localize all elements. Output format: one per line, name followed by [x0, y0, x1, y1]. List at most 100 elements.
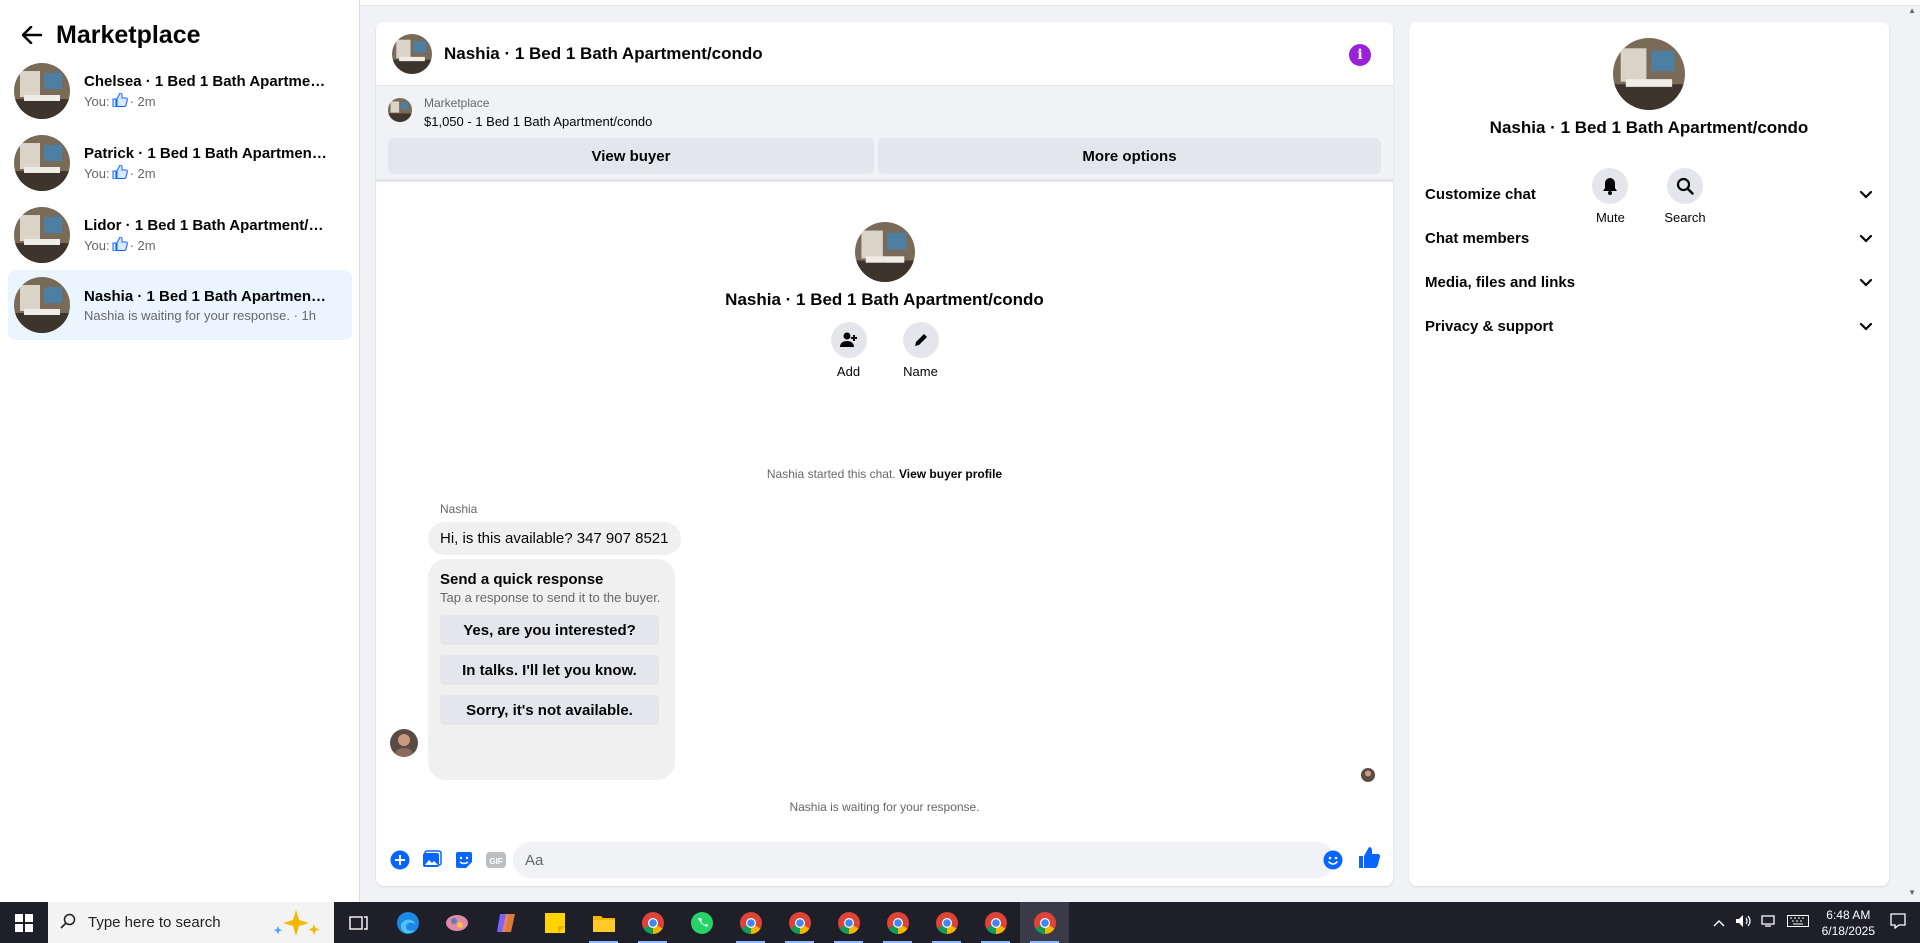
taskbar-search-placeholder: Type here to search: [88, 914, 221, 931]
quick-response-option[interactable]: Sorry, it's not available.: [440, 695, 659, 725]
marketplace-banner: Marketplace $1,050 - 1 Bed 1 Bath Apartm…: [376, 86, 1393, 182]
details-panel: Nashia · 1 Bed 1 Bath Apartment/condo Mu…: [1409, 22, 1889, 886]
message-composer: GIF: [376, 834, 1393, 886]
view-buyer-profile-link[interactable]: View buyer profile: [899, 467, 1002, 481]
conversation-item-patrick[interactable]: Patrick · 1 Bed 1 Bath Apartment/c... Yo…: [8, 128, 352, 198]
chrome-profile-icon[interactable]: [726, 902, 775, 943]
keyboard-icon[interactable]: [1786, 915, 1809, 930]
chevron-down-icon: [1859, 274, 1873, 291]
customize-chat-section[interactable]: Customize chat: [1425, 176, 1873, 212]
quick-response-card: Send a quick response Tap a response to …: [428, 559, 675, 780]
search-icon: [60, 913, 76, 933]
back-arrow-icon[interactable]: [16, 20, 48, 50]
chrome-profile-icon[interactable]: [775, 902, 824, 943]
chrome-icon[interactable]: [628, 902, 677, 943]
sidebar-header: Marketplace: [16, 20, 201, 50]
conversation-subtitle: You: · 2m: [84, 163, 156, 182]
taskbar-search-box[interactable]: Type here to search: [48, 902, 334, 943]
chat-avatar[interactable]: [392, 33, 432, 74]
name-button[interactable]: Name: [902, 322, 939, 379]
chrome-profile-icon-active[interactable]: [1020, 902, 1069, 943]
conversation-item-chelsea[interactable]: Chelsea · 1 Bed 1 Bath Apartment/... You…: [8, 56, 352, 126]
sidebar: Marketplace Chelsea · 1 Bed 1 Bath Apart…: [0, 0, 360, 902]
clock-time: 6:48 AM: [1826, 907, 1871, 922]
taskbar-clock[interactable]: 6:48 AM 6/18/2025: [1822, 907, 1875, 939]
profile-avatar: [854, 222, 915, 282]
listing-thumbnail: [388, 98, 412, 122]
conversation-title: Nashia · 1 Bed 1 Bath Apartment/c...: [84, 287, 329, 305]
file-explorer-icon[interactable]: [579, 902, 628, 943]
notifications-icon[interactable]: [1890, 913, 1906, 932]
message-bubble[interactable]: Hi, is this available? 347 907 8521: [428, 522, 681, 555]
quick-response-option[interactable]: Yes, are you interested?: [440, 615, 659, 645]
edge-browser-icon[interactable]: [383, 902, 432, 943]
conversation-item-lidor[interactable]: Lidor · 1 Bed 1 Bath Apartment/co... You…: [8, 200, 352, 270]
whatsapp-icon[interactable]: [677, 902, 726, 943]
banner-label: Marketplace: [424, 96, 490, 110]
chrome-profile-icon[interactable]: [922, 902, 971, 943]
chevron-up-icon[interactable]: [1713, 916, 1725, 930]
conversation-subtitle: You: · 2m: [84, 91, 156, 110]
windows-start-icon[interactable]: [0, 902, 48, 943]
listing-thumbnail: [14, 207, 70, 263]
scroll-up-arrow[interactable]: ▲: [1908, 6, 1916, 15]
quick-response-title: Send a quick response: [440, 571, 604, 588]
svg-text:GIF: GIF: [489, 857, 502, 866]
plus-icon[interactable]: [389, 849, 411, 871]
system-tray: 6:48 AM 6/18/2025: [1708, 902, 1920, 943]
emoji-icon[interactable]: [1323, 850, 1343, 870]
chevron-down-icon: [1859, 318, 1873, 335]
chat-profile-intro: Nashia · 1 Bed 1 Bath Apartment/condo Ad…: [376, 222, 1393, 379]
sender-avatar[interactable]: [390, 729, 418, 757]
chat-members-section[interactable]: Chat members: [1425, 220, 1873, 256]
add-people-button[interactable]: Add: [830, 322, 867, 379]
scroll-down-arrow[interactable]: ▼: [1908, 888, 1916, 897]
listing-thumbnail: [14, 135, 70, 191]
add-label: Add: [836, 364, 861, 379]
like-icon[interactable]: [1357, 846, 1383, 872]
chrome-profile-icon[interactable]: [971, 902, 1020, 943]
copilot-app-icon[interactable]: [481, 902, 530, 943]
sticker-icon[interactable]: [453, 849, 475, 871]
name-label: Name: [903, 364, 938, 379]
chrome-profile-icon[interactable]: [824, 902, 873, 943]
details-avatar: [1613, 38, 1685, 110]
chat-header: Nashia · 1 Bed 1 Bath Apartment/condo i: [376, 22, 1393, 86]
conversation-title: Chelsea · 1 Bed 1 Bath Apartment/...: [84, 72, 329, 90]
task-view-icon[interactable]: [334, 902, 383, 943]
sticky-notes-icon[interactable]: [530, 902, 579, 943]
thumbs-up-icon: [112, 235, 128, 254]
message-input[interactable]: [513, 842, 1335, 878]
quick-response-subtitle: Tap a response to send it to the buyer.: [440, 590, 661, 605]
privacy-support-section[interactable]: Privacy & support: [1425, 308, 1873, 344]
clock-date: 6/18/2025: [1821, 923, 1875, 938]
gif-icon[interactable]: GIF: [485, 849, 507, 871]
chat-started-notice: Nashia started this chat. View buyer pro…: [766, 467, 1003, 481]
conversation-subtitle: You: · 2m: [84, 235, 156, 254]
thumbs-up-icon: [112, 91, 128, 110]
info-icon[interactable]: i: [1349, 44, 1371, 66]
listing-price: $1,050 - 1 Bed 1 Bath Apartment/condo: [424, 114, 653, 129]
sidebar-title: Marketplace: [56, 20, 201, 49]
photo-icon[interactable]: [421, 849, 443, 871]
chat-title[interactable]: Nashia · 1 Bed 1 Bath Apartment/condo: [444, 44, 763, 64]
colorful-app-icon[interactable]: [432, 902, 481, 943]
seen-avatar: [1361, 768, 1375, 782]
details-title: Nashia · 1 Bed 1 Bath Apartment/condo: [1489, 118, 1809, 137]
conversation-title: Lidor · 1 Bed 1 Bath Apartment/co...: [84, 216, 329, 234]
chrome-profile-icon[interactable]: [873, 902, 922, 943]
conversation-item-nashia[interactable]: Nashia · 1 Bed 1 Bath Apartment/c... Nas…: [8, 270, 352, 340]
quick-response-option[interactable]: In talks. I'll let you know.: [440, 655, 659, 685]
network-icon[interactable]: [1760, 914, 1777, 931]
volume-icon[interactable]: [1735, 914, 1751, 931]
view-buyer-button[interactable]: View buyer: [388, 138, 874, 174]
chevron-down-icon: [1859, 230, 1873, 247]
copilot-sparkle-icon: [266, 908, 326, 942]
more-options-button[interactable]: More options: [878, 138, 1381, 174]
thumbs-up-icon: [112, 163, 128, 182]
add-person-icon: [830, 322, 867, 358]
waiting-notice: Nashia is waiting for your response.: [789, 800, 980, 814]
conversation-title: Patrick · 1 Bed 1 Bath Apartment/c...: [84, 144, 329, 162]
media-files-links-section[interactable]: Media, files and links: [1425, 264, 1873, 300]
windows-taskbar: Type here to search 6:48 AM 6/18/2025: [0, 902, 1920, 943]
